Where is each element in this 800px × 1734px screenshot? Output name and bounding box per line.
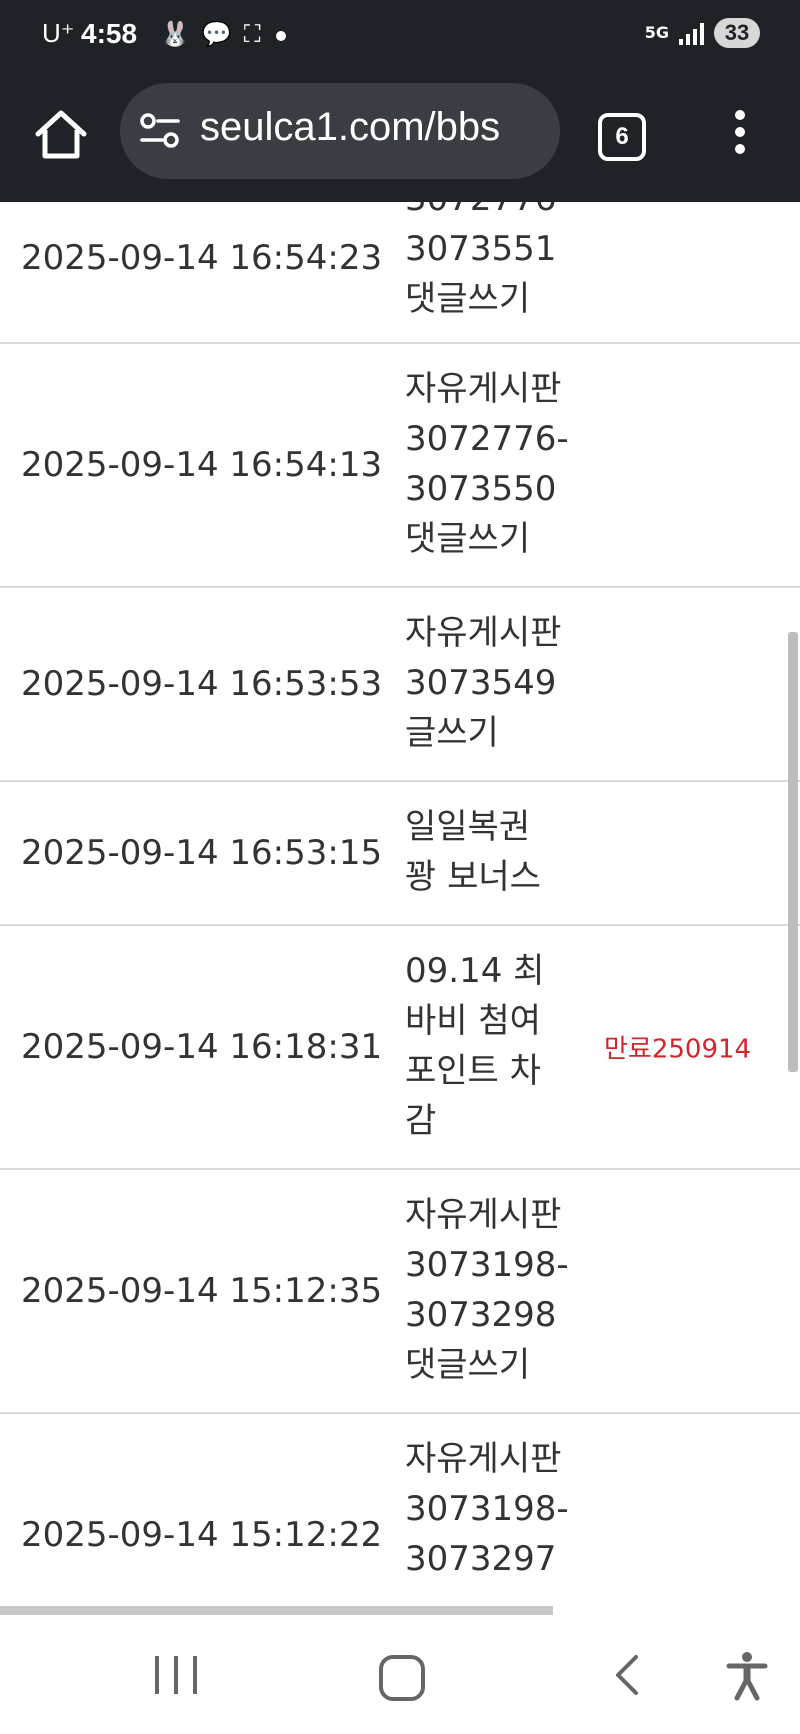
description-line: 자유게시판 (405, 1195, 562, 1235)
description-line: 글쓰기 (405, 713, 499, 753)
horizontal-scrollbar[interactable] (0, 1606, 553, 1615)
vertical-scrollbar[interactable] (788, 632, 798, 1072)
row-description: 09.14 최바비 첨여포인트 차감 (405, 946, 575, 1146)
row-description: 3072776- 3073551 댓글쓰기 (405, 202, 575, 324)
description-line: 자유게시판 (405, 1439, 562, 1479)
row-description: 일일복권꽝 보너스 (405, 802, 575, 902)
row-date: 2025-09-14 16:54:23 (21, 238, 383, 278)
description-line: 자유게시판 (405, 369, 562, 409)
description-line: 3073198- (405, 1245, 569, 1285)
description-line: 댓글쓰기 (405, 1345, 531, 1385)
back-icon[interactable] (606, 1653, 650, 1697)
battery-level: 33 (714, 18, 760, 48)
home-icon[interactable] (34, 108, 88, 162)
clock: 4:58 (81, 18, 138, 49)
row-date: 2025-09-14 15:12:22 (21, 1515, 383, 1555)
description-line: 포인트 차 (405, 1051, 541, 1091)
row-description: 자유게시판 3072776- 3073550 댓글쓰기 (405, 364, 575, 564)
history-row: 2025-09-14 15:12:22 자유게시판 3073198- 3073297 (0, 1414, 800, 1607)
description-line: 꽝 보너스 (405, 857, 541, 897)
history-row: 2025-09-14 16:54:13 자유게시판 3072776- 3073550 댓… (0, 344, 800, 588)
system-status: 5G 33 (645, 18, 760, 48)
carrier-label: U⁺ (42, 18, 75, 48)
description-line: 3073297 (405, 1539, 557, 1579)
notification-dot (276, 31, 286, 41)
description-line: 자유게시판 (405, 613, 562, 653)
tabs-icon[interactable]: 6 (598, 113, 646, 161)
expiry-tag: 만료250914 (604, 1034, 752, 1065)
browser-chrome: U⁺ 4:58 🐰 💬 ⛶ 5G 33 seulca1.com/bbs 6 (0, 0, 800, 202)
system-nav-bar (0, 1615, 800, 1734)
row-description: 자유게시판 3073198- 3073297 (405, 1434, 575, 1584)
url-toolbar: seulca1.com/bbs 6 (0, 80, 800, 202)
description-line: 3073198- (405, 1489, 569, 1529)
recents-icon[interactable] (155, 1656, 197, 1694)
row-date: 2025-09-14 16:53:15 (21, 833, 383, 873)
description-line: 3073551 (405, 229, 557, 269)
row-description: 자유게시판 3073549 글쓰기 (405, 608, 575, 758)
description-line: 3072776- (405, 202, 575, 224)
url-text[interactable]: seulca1.com/bbs (200, 105, 500, 150)
description-line: 일일복권 (405, 807, 531, 847)
status-bar: U⁺ 4:58 🐰 💬 ⛶ 5G 33 (0, 0, 800, 80)
home-nav-icon[interactable] (379, 1655, 425, 1701)
address-bar[interactable]: seulca1.com/bbs (120, 83, 560, 179)
chat-icon: 💬 (201, 20, 232, 48)
network-type: 5G (644, 23, 669, 42)
accessibility-icon[interactable] (725, 1651, 769, 1701)
row-date: 2025-09-14 16:18:31 (21, 1027, 383, 1067)
history-row: 2025-09-14 16:18:31 09.14 최바비 첨여포인트 차감 만료2… (0, 926, 800, 1170)
description-line: 3073298 (405, 1295, 557, 1335)
description-line: 3073550 (405, 469, 557, 509)
rabbit-icon: 🐰 (160, 20, 190, 48)
screenshot-icon: ⛶ (243, 20, 261, 48)
point-history-list: 2025-09-14 16:54:233072776-3073551댓글쓰기20… (0, 202, 800, 1607)
description-line: 3072776- (405, 419, 569, 459)
signal-icon (679, 21, 704, 45)
description-line: 3073549 (405, 663, 557, 703)
history-row: 2025-09-14 16:54:23 3072776- 3073551 댓글쓰기 (0, 202, 800, 344)
history-row: 2025-09-14 16:53:53 자유게시판 3073549 글쓰기 (0, 588, 800, 782)
row-date: 2025-09-14 15:12:35 (21, 1271, 383, 1311)
description-line: 감 (405, 1101, 437, 1141)
description-line: 댓글쓰기 (405, 519, 531, 559)
description-line: 바비 첨여 (405, 1001, 541, 1041)
row-date: 2025-09-14 16:54:13 (21, 445, 383, 485)
history-row: 2025-09-14 16:53:15 일일복권꽝 보너스 (0, 782, 800, 926)
site-settings-icon[interactable] (140, 113, 180, 149)
notification-icons: 🐰 💬 ⛶ (160, 20, 261, 48)
more-menu-icon[interactable] (728, 110, 752, 158)
history-row: 2025-09-14 15:12:35 자유게시판 3073198- 3073298 댓… (0, 1170, 800, 1414)
description-line: 댓글쓰기 (405, 279, 531, 319)
row-date: 2025-09-14 16:53:53 (21, 664, 383, 704)
row-description: 자유게시판 3073198- 3073298 댓글쓰기 (405, 1190, 575, 1390)
description-line: 09.14 최 (405, 951, 545, 991)
